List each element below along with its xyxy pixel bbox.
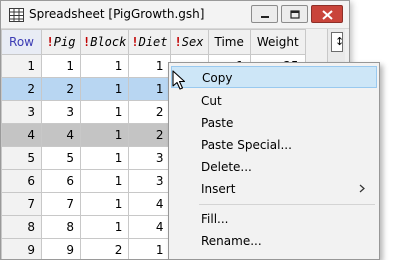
cell-pig[interactable]: 6 xyxy=(41,169,81,193)
row-number[interactable]: 7 xyxy=(1,192,42,216)
cell-block[interactable]: 1 xyxy=(79,169,130,193)
row-number[interactable]: 1 xyxy=(1,54,42,78)
scroll-up-icon: ↕ xyxy=(335,35,345,48)
cell-diet[interactable]: 1 xyxy=(128,54,171,78)
cell-diet[interactable]: 4 xyxy=(128,215,171,239)
cell-diet[interactable]: 3 xyxy=(128,146,171,170)
minimize-icon xyxy=(261,16,269,18)
column-header-diet[interactable]: !Diet xyxy=(128,29,171,55)
cell-pig[interactable]: 9 xyxy=(41,238,81,259)
row-number[interactable]: 4 xyxy=(1,123,42,147)
minimize-button[interactable] xyxy=(251,5,278,23)
cell-diet[interactable]: 4 xyxy=(128,192,171,216)
cell-block[interactable]: 1 xyxy=(79,123,130,147)
maximize-button[interactable] xyxy=(281,5,308,23)
cell-diet[interactable]: 1 xyxy=(128,238,171,259)
title-bar[interactable]: Spreadsheet [PigGrowth.gsh] xyxy=(1,1,349,29)
row-number[interactable]: 5 xyxy=(1,146,42,170)
close-button[interactable] xyxy=(311,5,343,23)
menu-item-rename[interactable]: Rename... xyxy=(171,230,377,252)
cell-block[interactable]: 1 xyxy=(79,54,130,78)
menu-item-cut[interactable]: Cut xyxy=(171,90,377,112)
cell-block[interactable]: 1 xyxy=(79,146,130,170)
cell-diet[interactable]: 2 xyxy=(128,123,171,147)
scroll-thumb[interactable]: ↕ xyxy=(331,32,345,52)
row-number[interactable]: 2 xyxy=(1,77,42,101)
cell-block[interactable]: 1 xyxy=(79,100,130,124)
row-number[interactable]: 9 xyxy=(1,238,42,259)
cell-pig[interactable]: 2 xyxy=(41,77,81,101)
chevron-right-icon xyxy=(359,184,365,193)
factor-marker: ! xyxy=(174,35,182,49)
menu-item-fill[interactable]: Fill... xyxy=(171,208,377,230)
column-header-block[interactable]: !Block xyxy=(79,29,130,55)
spreadsheet-icon xyxy=(9,8,24,22)
menu-item-paste-special[interactable]: Paste Special... xyxy=(171,134,377,156)
cell-block[interactable]: 1 xyxy=(79,192,130,216)
cell-block[interactable]: 2 xyxy=(79,238,130,259)
cell-diet[interactable]: 2 xyxy=(128,100,171,124)
menu-item-paste[interactable]: Paste xyxy=(171,112,377,134)
cell-diet[interactable]: 3 xyxy=(128,169,171,193)
cell-pig[interactable]: 8 xyxy=(41,215,81,239)
menu-item-delete[interactable]: Delete... xyxy=(171,156,377,178)
cell-pig[interactable]: 5 xyxy=(41,146,81,170)
factor-marker: ! xyxy=(46,35,54,49)
column-header-sex[interactable]: !Sex xyxy=(169,29,209,55)
mouse-pointer-icon xyxy=(172,70,186,90)
menu-item-insert[interactable]: Insert xyxy=(171,178,377,200)
cell-pig[interactable]: 7 xyxy=(41,192,81,216)
factor-marker: ! xyxy=(131,35,139,49)
column-header-time[interactable]: Time xyxy=(207,29,251,55)
cell-pig[interactable]: 4 xyxy=(41,123,81,147)
menu-separator xyxy=(199,204,375,205)
column-header-row[interactable]: Row xyxy=(1,29,42,55)
row-number[interactable]: 3 xyxy=(1,100,42,124)
maximize-icon xyxy=(290,10,300,19)
column-header-weight[interactable]: Weight xyxy=(249,29,306,55)
cell-pig[interactable]: 3 xyxy=(41,100,81,124)
row-number[interactable]: 6 xyxy=(1,169,42,193)
column-header-pig[interactable]: !Pig xyxy=(41,29,81,55)
header-row: Row !Pig !Block !Diet !Sex Time Weight xyxy=(1,29,306,55)
cell-block[interactable]: 1 xyxy=(79,77,130,101)
cell-block[interactable]: 1 xyxy=(79,215,130,239)
window-title: Spreadsheet [PigGrowth.gsh] xyxy=(29,7,205,21)
context-menu: Copy Cut Paste Paste Special... Delete..… xyxy=(168,62,380,260)
cell-pig[interactable]: 1 xyxy=(41,54,81,78)
row-number[interactable]: 8 xyxy=(1,215,42,239)
close-icon xyxy=(322,10,333,20)
menu-item-copy[interactable]: Copy xyxy=(171,66,377,88)
cell-diet[interactable]: 1 xyxy=(128,77,171,101)
